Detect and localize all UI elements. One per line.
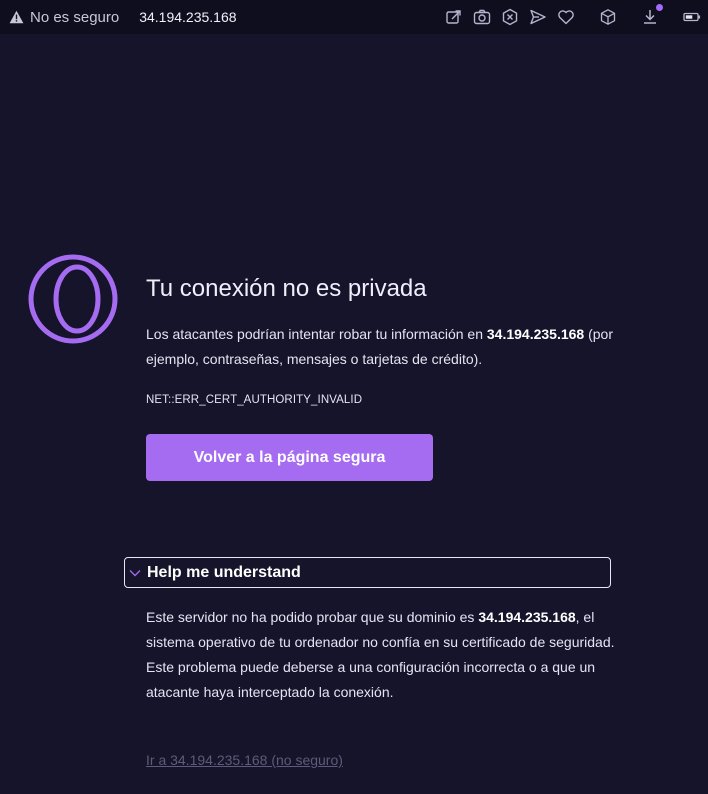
chevron-down-icon: [127, 565, 143, 581]
security-label: No es seguro: [30, 8, 120, 26]
opera-logo: [28, 254, 118, 344]
battery-icon[interactable]: [682, 7, 702, 27]
details-toggle[interactable]: Help me understand: [124, 557, 611, 588]
description-text: Los atacantes podrían intentar robar tu …: [146, 326, 487, 342]
notification-dot: [656, 4, 663, 11]
box-icon[interactable]: [598, 7, 618, 27]
download-icon[interactable]: [640, 4, 663, 27]
security-indicator[interactable]: No es seguro: [8, 9, 119, 26]
back-to-safety-button[interactable]: Volver a la página segura: [146, 434, 433, 481]
page-title: Tu conexión no es privada: [146, 275, 427, 302]
description-host: 34.194.235.168: [486, 326, 585, 342]
explain-text: Este servidor no ha podido probar que su…: [146, 609, 479, 625]
heart-icon[interactable]: [556, 7, 576, 27]
details-explanation: Este servidor no ha podido probar que su…: [146, 605, 616, 705]
send-icon[interactable]: [528, 7, 548, 27]
close-x-icon[interactable]: [500, 7, 520, 27]
warning-icon: [8, 9, 24, 25]
camera-icon[interactable]: [472, 7, 492, 27]
error-description: Los atacantes podrían intentar robar tu …: [146, 322, 616, 372]
error-code: NET::ERR_CERT_AUTHORITY_INVALID: [146, 394, 363, 406]
explain-host: 34.194.235.168: [478, 609, 576, 625]
share-icon[interactable]: [444, 7, 464, 27]
toolbar-icons: [436, 0, 702, 34]
address-bar-url[interactable]: 34.194.235.168: [139, 9, 236, 25]
details-label: Help me understand: [147, 563, 301, 581]
proceed-unsafe-link[interactable]: Ir a 34.194.235.168 (no seguro): [146, 752, 343, 768]
error-content: Tu conexión no es privada Los atacantes …: [146, 272, 616, 481]
browser-topbar: No es seguro 34.194.235.168: [0, 0, 708, 34]
